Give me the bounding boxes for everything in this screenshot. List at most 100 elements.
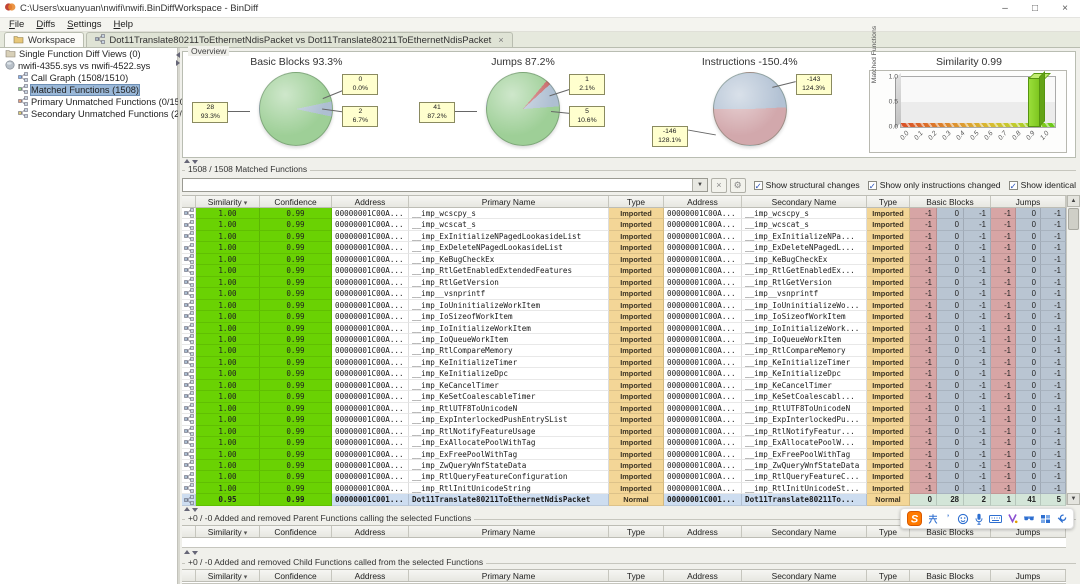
column-header-address[interactable]: Address (332, 526, 409, 537)
sidebar-item[interactable]: Secondary Unmatched Functions (2/1510) (0, 108, 177, 120)
column-header-confidence[interactable]: Confidence (260, 196, 332, 207)
cell-secondary: __imp_IoUninitializeWo... (742, 300, 867, 311)
table-row[interactable]: 1.000.9900000001C00A...__imp_RtlQueryFea… (182, 471, 1066, 482)
emoji-icon[interactable] (957, 513, 969, 525)
clear-filter-button[interactable]: × (711, 178, 727, 193)
table-row[interactable]: 1.000.9900000001C00A...__imp_ExpInterloc… (182, 414, 1066, 425)
collapse-up-icon[interactable] (184, 507, 190, 511)
table-row[interactable]: 0.950.9900000001C001...Dot11Translate802… (182, 494, 1066, 505)
close-button[interactable]: × (1050, 0, 1080, 18)
sidebar-item[interactable]: Single Function Diff Views (0) (0, 48, 177, 60)
column-header-secondary-name[interactable]: Secondary Name (742, 196, 867, 207)
column-header-similarity[interactable]: Similarity ▾ (196, 526, 260, 537)
smart-input-icon[interactable] (1023, 514, 1035, 524)
table-row[interactable]: 1.000.9900000001C00A...__imp_RtlUTF8ToUn… (182, 403, 1066, 414)
menu-file[interactable]: File (3, 19, 30, 30)
english-mode-icon[interactable] (927, 513, 939, 525)
filter-input[interactable] (183, 179, 692, 191)
column-header-jumps[interactable]: Jumps (991, 570, 1066, 581)
collapse-down-icon[interactable] (192, 551, 198, 555)
grid-tools-icon[interactable] (1040, 514, 1051, 524)
cell-secondary: __imp_ZwQueryWnfStateData (742, 460, 867, 471)
chevron-down-icon[interactable]: ▼ (692, 179, 707, 191)
table-row[interactable]: 1.000.9900000001C00A...__imp_ExFreePoolW… (182, 449, 1066, 460)
table-row[interactable]: 1.000.9900000001C00A...__imp_RtlGetVersi… (182, 277, 1066, 288)
column-header-address[interactable]: Address (332, 570, 409, 581)
sidebar-item[interactable]: Call Graph (1508/1510) (0, 72, 177, 84)
checkbox-show-only-instructions-changed[interactable]: ✓Show only instructions changed (868, 180, 1001, 190)
table-row[interactable]: 1.000.9900000001C00A...__imp_ZwQueryWnfS… (182, 460, 1066, 471)
filter-combobox[interactable]: ▼ (182, 178, 708, 192)
sidebar-item[interactable]: Matched Functions (1508) (0, 84, 177, 96)
table-row[interactable]: 1.000.9900000001C00A...__imp_RtlGetEnabl… (182, 265, 1066, 276)
voice-input-icon[interactable] (974, 513, 984, 525)
table-row[interactable]: 1.000.9900000001C00A...__imp_KeInitializ… (182, 357, 1066, 368)
column-header-type[interactable]: Type (609, 570, 664, 581)
toolbox-icon[interactable] (1056, 513, 1067, 524)
table-row[interactable]: 1.000.9900000001C00A...__imp_IoSizeofWor… (182, 311, 1066, 322)
table-row[interactable]: 1.000.9900000001C00A...__imp_KeCancelTim… (182, 380, 1066, 391)
table-row[interactable]: 1.000.9900000001C00A...__imp_ExInitializ… (182, 231, 1066, 242)
table-row[interactable]: 1.000.9900000001C00A...__imp_IoUninitial… (182, 300, 1066, 311)
table-row[interactable]: 1.000.9900000001C00A...__imp_ExDeleteNPa… (182, 242, 1066, 253)
menu-diffs[interactable]: Diffs (30, 19, 61, 30)
skin-icon[interactable] (1007, 513, 1018, 524)
menu-help[interactable]: Help (108, 19, 140, 30)
table-row[interactable]: 1.000.9900000001C00A...__imp__vsnprintfI… (182, 288, 1066, 299)
table-row[interactable]: 1.000.9900000001C00A...__imp_IoInitializ… (182, 323, 1066, 334)
column-header-similarity[interactable]: Similarity ▾ (196, 570, 260, 581)
column-header-address[interactable]: Address (664, 570, 742, 581)
column-header-confidence[interactable]: Confidence (260, 570, 332, 581)
sogou-logo-icon[interactable]: S (907, 511, 922, 526)
column-header-primary-name[interactable]: Primary Name (409, 196, 609, 207)
cell-primary: __imp_ZwQueryWnfStateData (409, 460, 609, 471)
vertical-scrollbar[interactable]: ▲ ▼ (1066, 195, 1080, 505)
tab-workspace[interactable]: Workspace (4, 32, 84, 47)
virtual-keyboard-icon[interactable] (989, 514, 1002, 524)
collapse-up-icon[interactable] (184, 550, 190, 554)
table-row[interactable]: 1.000.9900000001C00A...__imp_ExAllocateP… (182, 437, 1066, 448)
minimize-button[interactable]: – (990, 0, 1020, 18)
column-header-type[interactable]: Type (609, 196, 664, 207)
scroll-up-icon[interactable]: ▲ (1067, 195, 1080, 207)
gear-icon[interactable]: ⚙ (730, 178, 746, 193)
table-row[interactable]: 1.000.9900000001C00A...__imp_RtlInitUnic… (182, 483, 1066, 494)
table-row[interactable]: 1.000.9900000001C00A...__imp_wcscat_sImp… (182, 219, 1066, 230)
table-row[interactable]: 1.000.9900000001C00A...__imp_KeSetCoales… (182, 391, 1066, 402)
column-header-basic-blocks[interactable]: Basic Blocks (910, 570, 991, 581)
maximize-button[interactable]: □ (1020, 0, 1050, 18)
table-row[interactable]: 1.000.9900000001C00A...__imp_IoQueueWork… (182, 334, 1066, 345)
tab-close-icon[interactable]: × (498, 35, 503, 45)
checkbox-show-identical[interactable]: ✓Show identical (1009, 180, 1076, 190)
table-row[interactable]: 1.000.9900000001C00A...__imp_RtlNotifyFe… (182, 426, 1066, 437)
table-row[interactable]: 1.000.9900000001C00A...__imp_KeBugCheckE… (182, 254, 1066, 265)
cell-jumps-1: 0 (1016, 265, 1041, 276)
column-header-basic-blocks[interactable]: Basic Blocks (910, 196, 991, 207)
column-header-secondary-name[interactable]: Secondary Name (742, 526, 867, 537)
checkbox-show-structural-changes[interactable]: ✓Show structural changes (754, 180, 860, 190)
column-header-type[interactable]: Type (867, 196, 910, 207)
cell-jumps-2: -1 (1041, 368, 1066, 379)
column-header-primary-name[interactable]: Primary Name (409, 526, 609, 537)
sidebar-item[interactable]: Primary Unmatched Functions (0/1508) (0, 96, 177, 108)
column-header-type[interactable]: Type (867, 570, 910, 581)
column-header-address[interactable]: Address (664, 196, 742, 207)
column-header-address[interactable]: Address (664, 526, 742, 537)
column-header-confidence[interactable]: Confidence (260, 526, 332, 537)
column-header-address[interactable]: Address (332, 196, 409, 207)
punctuation-icon[interactable]: ’ (944, 513, 952, 525)
table-row[interactable]: 1.000.9900000001C00A...__imp_RtlCompareM… (182, 345, 1066, 356)
scrollbar-thumb[interactable] (1068, 208, 1079, 230)
table-row[interactable]: 1.000.9900000001C00A...__imp_KeInitializ… (182, 368, 1066, 379)
cell-jumps-0: -1 (991, 265, 1016, 276)
scroll-down-icon[interactable]: ▼ (1067, 493, 1080, 505)
sidebar-item[interactable]: nwifi-4355.sys vs nwifi-4522.sys (0, 60, 177, 72)
menu-settings[interactable]: Settings (61, 19, 107, 30)
tab-diff-view[interactable]: Dot11Translate80211ToEthernetNdisPacket … (86, 32, 512, 47)
column-header-similarity[interactable]: Similarity ▾ (196, 196, 260, 207)
column-header-secondary-name[interactable]: Secondary Name (742, 570, 867, 581)
table-row[interactable]: 1.000.9900000001C00A...__imp_wcscpy_sImp… (182, 208, 1066, 219)
column-header-type[interactable]: Type (609, 526, 664, 537)
column-header-jumps[interactable]: Jumps (991, 196, 1066, 207)
column-header-primary-name[interactable]: Primary Name (409, 570, 609, 581)
